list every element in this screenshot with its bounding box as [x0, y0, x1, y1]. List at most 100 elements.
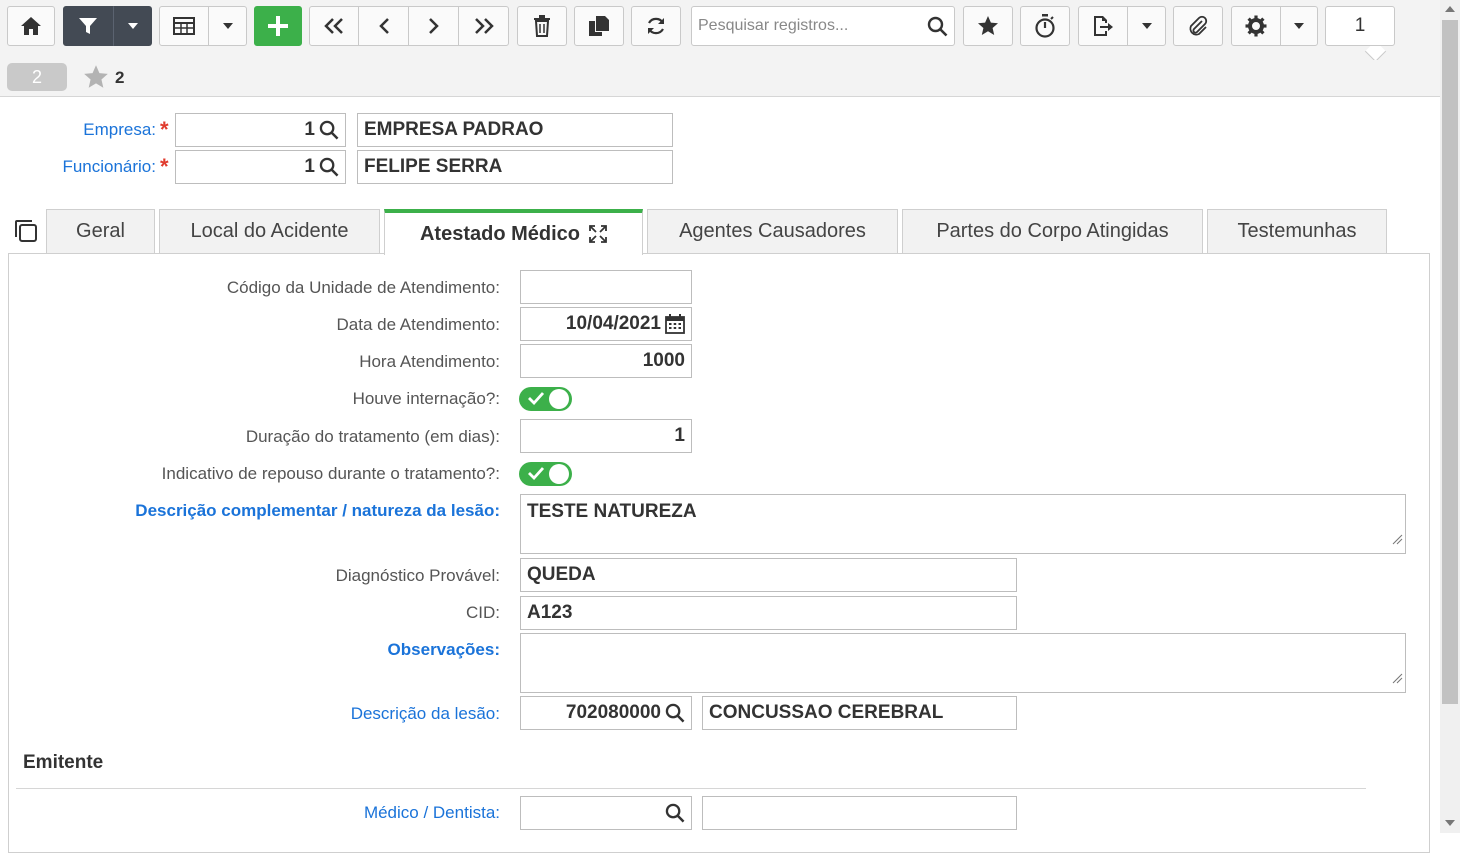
empresa-label: Empresa: — [83, 120, 156, 139]
search-icon[interactable] — [665, 703, 685, 723]
export-dropdown-button[interactable] — [1127, 6, 1166, 46]
duracao-tratamento-label: Duração do tratamento (em dias): — [245, 427, 500, 446]
filter-dropdown-button[interactable] — [113, 6, 152, 46]
stopwatch-icon — [1034, 14, 1056, 38]
star-icon[interactable] — [83, 64, 109, 94]
settings-dropdown-button[interactable] — [1280, 6, 1318, 46]
funcionario-label: Funcionário: — [62, 157, 156, 176]
chevron-down-icon — [222, 23, 233, 29]
copy-button[interactable] — [574, 6, 624, 46]
chevron-down-icon — [1141, 23, 1152, 29]
tab-label: Geral — [76, 220, 125, 242]
resize-handle-icon[interactable] — [1392, 529, 1403, 551]
timer-button[interactable] — [1020, 6, 1070, 46]
required-marker: * — [160, 117, 169, 142]
descricao-complementar-textarea[interactable]: TESTE NATUREZA — [520, 494, 1406, 554]
record-count-badge[interactable]: 2 — [7, 63, 67, 91]
filter-button[interactable] — [63, 6, 113, 46]
check-icon — [528, 466, 545, 485]
cid-label: CID: — [466, 603, 500, 622]
empresa-name-field[interactable]: EMPRESA PADRAO — [357, 113, 673, 147]
cid-field[interactable]: A123 — [520, 596, 1017, 630]
tab-atestado-medico[interactable]: Atestado Médico — [384, 209, 643, 255]
duracao-tratamento-value: 1 — [674, 425, 685, 446]
funcionario-code: 1 — [304, 156, 315, 177]
descricao-lesao-code-field[interactable]: 702080000 — [520, 696, 692, 730]
plus-icon — [267, 15, 289, 37]
tab-partes-do-corpo[interactable]: Partes do Corpo Atingidas — [902, 209, 1203, 253]
prev-record-button[interactable] — [358, 6, 409, 46]
refresh-button[interactable] — [631, 6, 681, 46]
favorite-button[interactable] — [963, 6, 1013, 46]
medico-name-field[interactable] — [702, 796, 1017, 830]
check-icon — [528, 391, 545, 410]
data-atendimento-label: Data de Atendimento: — [336, 315, 500, 334]
paperclip-icon — [1187, 15, 1209, 37]
codigo-unidade-field[interactable] — [520, 270, 692, 304]
first-record-button[interactable] — [309, 6, 359, 46]
data-atendimento-field[interactable]: 10/04/2021 — [520, 307, 692, 341]
search-input[interactable] — [692, 7, 924, 45]
resize-handle-icon[interactable] — [1392, 668, 1403, 690]
descricao-lesao-label: Descrição da lesão: — [350, 704, 500, 723]
search-icon[interactable] — [319, 120, 339, 140]
add-button[interactable] — [254, 6, 302, 46]
tab-label: Atestado Médico — [419, 222, 581, 245]
export-icon — [1092, 15, 1114, 37]
star-icon — [977, 15, 999, 37]
tab-geral[interactable]: Geral — [46, 209, 155, 253]
next-record-button[interactable] — [408, 6, 459, 46]
page-number: 1 — [1354, 15, 1366, 36]
tab-agentes-causadores[interactable]: Agentes Causadores — [647, 209, 898, 253]
home-button[interactable] — [7, 6, 55, 46]
duracao-tratamento-field[interactable]: 1 — [520, 419, 692, 453]
tab-local-do-acidente[interactable]: Local do Acidente — [159, 209, 380, 253]
houve-internacao-toggle[interactable] — [519, 387, 572, 411]
scrollbar-thumb[interactable] — [1442, 20, 1458, 704]
diagnostico-field[interactable]: QUEDA — [520, 558, 1017, 592]
filter-icon — [78, 16, 98, 36]
section-title-emitente: Emitente — [23, 752, 104, 773]
scroll-up-arrow-icon[interactable] — [1445, 6, 1455, 12]
observacoes-label: Observações: — [387, 640, 500, 659]
last-page-icon — [473, 17, 495, 35]
descricao-lesao-code: 702080000 — [565, 702, 661, 723]
tab-testemunhas[interactable]: Testemunhas — [1207, 209, 1387, 253]
page-number-box[interactable]: 1 — [1325, 6, 1395, 46]
delete-button[interactable] — [517, 6, 567, 46]
funcionario-name-field[interactable]: FELIPE SERRA — [357, 150, 673, 184]
chevron-down-icon — [1294, 23, 1304, 29]
observacoes-textarea[interactable] — [520, 633, 1406, 693]
scroll-down-arrow-icon[interactable] — [1445, 820, 1455, 826]
settings-button[interactable] — [1231, 6, 1281, 46]
hora-atendimento-value: 1000 — [642, 350, 685, 371]
empresa-code: 1 — [304, 119, 315, 140]
grid-view-button[interactable] — [159, 6, 209, 46]
search-icon[interactable] — [665, 803, 685, 823]
calendar-icon[interactable] — [665, 314, 685, 334]
next-icon — [428, 17, 440, 35]
section-divider — [16, 788, 1366, 789]
attachment-button[interactable] — [1173, 6, 1223, 46]
descricao-lesao-name-field[interactable]: CONCUSSAO CEREBRAL — [702, 696, 1017, 730]
houve-internacao-label: Houve internação?: — [352, 389, 500, 408]
record-count: 2 — [31, 66, 42, 87]
duplicate-tabs-icon[interactable] — [14, 219, 38, 248]
refresh-icon — [645, 15, 667, 37]
grid-icon — [173, 17, 195, 35]
last-record-button[interactable] — [458, 6, 509, 46]
expand-icon[interactable] — [589, 225, 607, 243]
hora-atendimento-field[interactable]: 1000 — [520, 344, 692, 378]
search-icon[interactable] — [927, 16, 948, 42]
diagnostico-label: Diagnóstico Provável: — [335, 566, 500, 585]
gear-icon — [1245, 15, 1267, 37]
grid-dropdown-button[interactable] — [208, 6, 247, 46]
medico-code-field[interactable] — [520, 796, 692, 830]
empresa-code-field[interactable]: 1 — [175, 113, 346, 147]
export-button[interactable] — [1078, 6, 1128, 46]
search-icon[interactable] — [319, 157, 339, 177]
required-marker: * — [160, 154, 169, 179]
tab-label: Local do Acidente — [190, 220, 349, 242]
indicativo-repouso-toggle[interactable] — [519, 462, 572, 486]
funcionario-code-field[interactable]: 1 — [175, 150, 346, 184]
